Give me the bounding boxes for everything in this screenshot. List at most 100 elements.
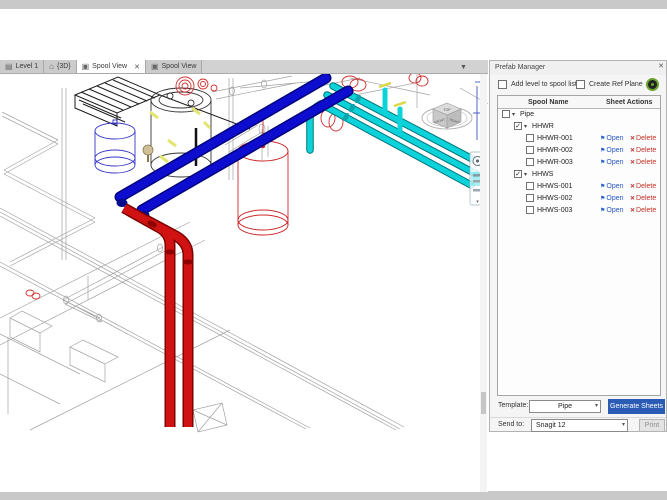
sheet-icon: ▤: [5, 61, 13, 71]
create-ref-plane-label: Create Ref Plane: [589, 81, 643, 88]
viewport-scrollbar-thumb[interactable]: [481, 392, 486, 414]
open-sheet-link[interactable]: ⚑Open: [600, 157, 624, 169]
template-select-value: Pipe: [557, 403, 572, 410]
send-to-label: Send to:: [498, 421, 525, 428]
row-checkbox[interactable]: [526, 206, 534, 215]
open-flag-icon: ⚑: [600, 196, 606, 202]
gear-icon[interactable]: [646, 78, 659, 91]
panel-close-icon[interactable]: ✕: [658, 62, 664, 70]
spool-name-label: Pipe: [520, 111, 535, 118]
delete-x-icon: ✕: [630, 184, 636, 190]
open-sheet-link[interactable]: ⚑Open: [600, 181, 624, 193]
tab-3d-1[interactable]: ⌂ {3D}: [44, 60, 77, 73]
expander-caret-icon[interactable]: ▾: [512, 112, 515, 118]
expander-caret-icon[interactable]: ▾: [524, 124, 527, 130]
template-label: Template:: [498, 402, 529, 409]
tab-spool-view-2[interactable]: ▣ Spool View ✕: [76, 60, 146, 73]
row-checkbox[interactable]: [526, 134, 534, 143]
send-to-select[interactable]: Snagit 12 ▾: [531, 419, 628, 432]
template-row: Template: Pipe ▾ Generate Sheets: [490, 399, 666, 414]
chevron-down-icon: ▾: [594, 403, 598, 409]
delete-sheet-link[interactable]: ✕Delete: [630, 205, 656, 217]
print-button[interactable]: Print: [639, 419, 665, 432]
row-checkbox[interactable]: [526, 158, 534, 167]
row-checkbox[interactable]: [526, 194, 534, 203]
open-flag-icon: ⚑: [600, 160, 606, 166]
delete-sheet-link[interactable]: ✕Delete: [630, 133, 656, 145]
viewcube-top-label[interactable]: TOP: [443, 108, 451, 112]
spool-row-hhws-002: HHWS-002 ⚑Open ✕Delete: [498, 193, 660, 205]
tab-label: {3D}: [56, 63, 71, 70]
view-tab-bar: ▤ Level 1 ⌂ {3D} ▣ Spool View ✕ ▣ Spool View: [0, 60, 488, 74]
open-sheet-link[interactable]: ⚑Open: [600, 133, 624, 145]
delete-sheet-link[interactable]: ✕Delete: [630, 157, 656, 169]
spool-row-hhwr-003: HHWR-003 ⚑Open ✕Delete: [498, 157, 660, 169]
open-sheet-link[interactable]: ⚑Open: [600, 145, 624, 157]
tab-label: Spool View: [161, 63, 197, 70]
delete-sheet-link[interactable]: ✕Delete: [630, 193, 656, 205]
piping-3d-drawing: TOP FRONT RIGHT ▾: [0, 72, 489, 433]
prefab-manager-panel: Prefab Manager ✕ Add level to spool list…: [489, 60, 667, 432]
open-flag-icon: ⚑: [600, 184, 606, 190]
open-sheet-link[interactable]: ⚑Open: [600, 205, 624, 217]
spool-name-label: HHWS: [532, 171, 554, 178]
home-icon: ⌂: [49, 61, 54, 71]
cube-icon: ▣: [150, 61, 159, 71]
spool-name-label: HHWS-003: [537, 207, 573, 214]
chevron-down-icon: ▾: [621, 422, 625, 428]
open-flag-icon: ⚑: [600, 208, 606, 214]
row-checkbox[interactable]: ✓: [514, 170, 522, 179]
spool-table-header: Spool Name Sheet Actions: [498, 96, 660, 109]
hatched-equipment: [73, 76, 251, 130]
top-desktop-strip: [0, 0, 667, 9]
delete-sheet-link[interactable]: ✕Delete: [630, 145, 656, 157]
row-checkbox[interactable]: [502, 110, 510, 119]
spool-table: Spool Name Sheet Actions ▾ Pipe ✓ ▾ HHWR HHWR…: [497, 95, 661, 396]
tab-level-1-0[interactable]: ▤ Level 1: [0, 60, 45, 73]
app-window: ▤ Level 1 ⌂ {3D} ▣ Spool View ✕ ▣ Spool View ▼: [0, 0, 667, 500]
open-sheet-link[interactable]: ⚑Open: [600, 193, 624, 205]
viewport-scrollbar[interactable]: [480, 74, 487, 492]
viewcube[interactable]: TOP FRONT RIGHT: [421, 102, 473, 130]
open-flag-icon: ⚑: [600, 136, 606, 142]
row-checkbox[interactable]: [526, 182, 534, 191]
template-select[interactable]: Pipe ▾: [529, 400, 601, 413]
expander-caret-icon[interactable]: ▾: [524, 172, 527, 178]
spool-name-label: HHWR-001: [537, 135, 573, 142]
spool-name-label: HHWS-002: [537, 195, 573, 202]
delete-x-icon: ✕: [630, 196, 636, 202]
row-checkbox[interactable]: ✓: [514, 122, 522, 131]
spool-name-label: HHWS-001: [537, 183, 573, 190]
spool-row-hhws-001: HHWS-001 ⚑Open ✕Delete: [498, 181, 660, 193]
spool-view-viewport[interactable]: TOP FRONT RIGHT ▾: [0, 72, 489, 492]
red-pipes: [121, 203, 194, 427]
col-spool-name: Spool Name: [527, 98, 569, 106]
delete-x-icon: ✕: [630, 136, 636, 142]
spool-name-label: HHWR-002: [537, 147, 573, 154]
col-sheet-actions: Sheet Actions: [606, 98, 653, 106]
tab-label: Spool View: [92, 63, 128, 70]
delete-x-icon: ✕: [630, 148, 636, 154]
send-to-select-value: Snagit 12: [536, 422, 566, 429]
tab-spool-view-3[interactable]: ▣ Spool View: [145, 60, 203, 73]
delete-x-icon: ✕: [630, 208, 636, 214]
delete-sheet-link[interactable]: ✕Delete: [630, 181, 656, 193]
spool-tree: ▾ Pipe ✓ ▾ HHWR HHWR-001 ⚑Open ✕Delete HHWR-002 ⚑…: [498, 109, 660, 217]
tan-fitting: [142, 144, 154, 162]
add-level-checkbox[interactable]: [498, 80, 507, 89]
spool-row-hhws-003: HHWS-003 ⚑Open ✕Delete: [498, 205, 660, 217]
row-checkbox[interactable]: [526, 146, 534, 155]
spool-row-hhwr-002: HHWR-002 ⚑Open ✕Delete: [498, 145, 660, 157]
delete-x-icon: ✕: [630, 160, 636, 166]
close-tab-icon[interactable]: ✕: [134, 63, 140, 71]
generate-sheets-button[interactable]: Generate Sheets: [608, 399, 665, 414]
spool-row-hhwr-001: HHWR-001 ⚑Open ✕Delete: [498, 133, 660, 145]
tab-label: Level 1: [15, 63, 39, 70]
spool-name-label: HHWR: [532, 123, 554, 130]
send-to-row: Send to: Snagit 12 ▾ Print: [490, 417, 666, 432]
create-ref-plane-checkbox[interactable]: [576, 80, 585, 89]
spool-row-hhwr: ✓ ▾ HHWR: [498, 121, 660, 133]
spool-row-pipe: ▾ Pipe: [498, 109, 660, 121]
bottom-desktop-strip: [0, 491, 667, 500]
spool-row-hhws: ✓ ▾ HHWS: [498, 169, 660, 181]
